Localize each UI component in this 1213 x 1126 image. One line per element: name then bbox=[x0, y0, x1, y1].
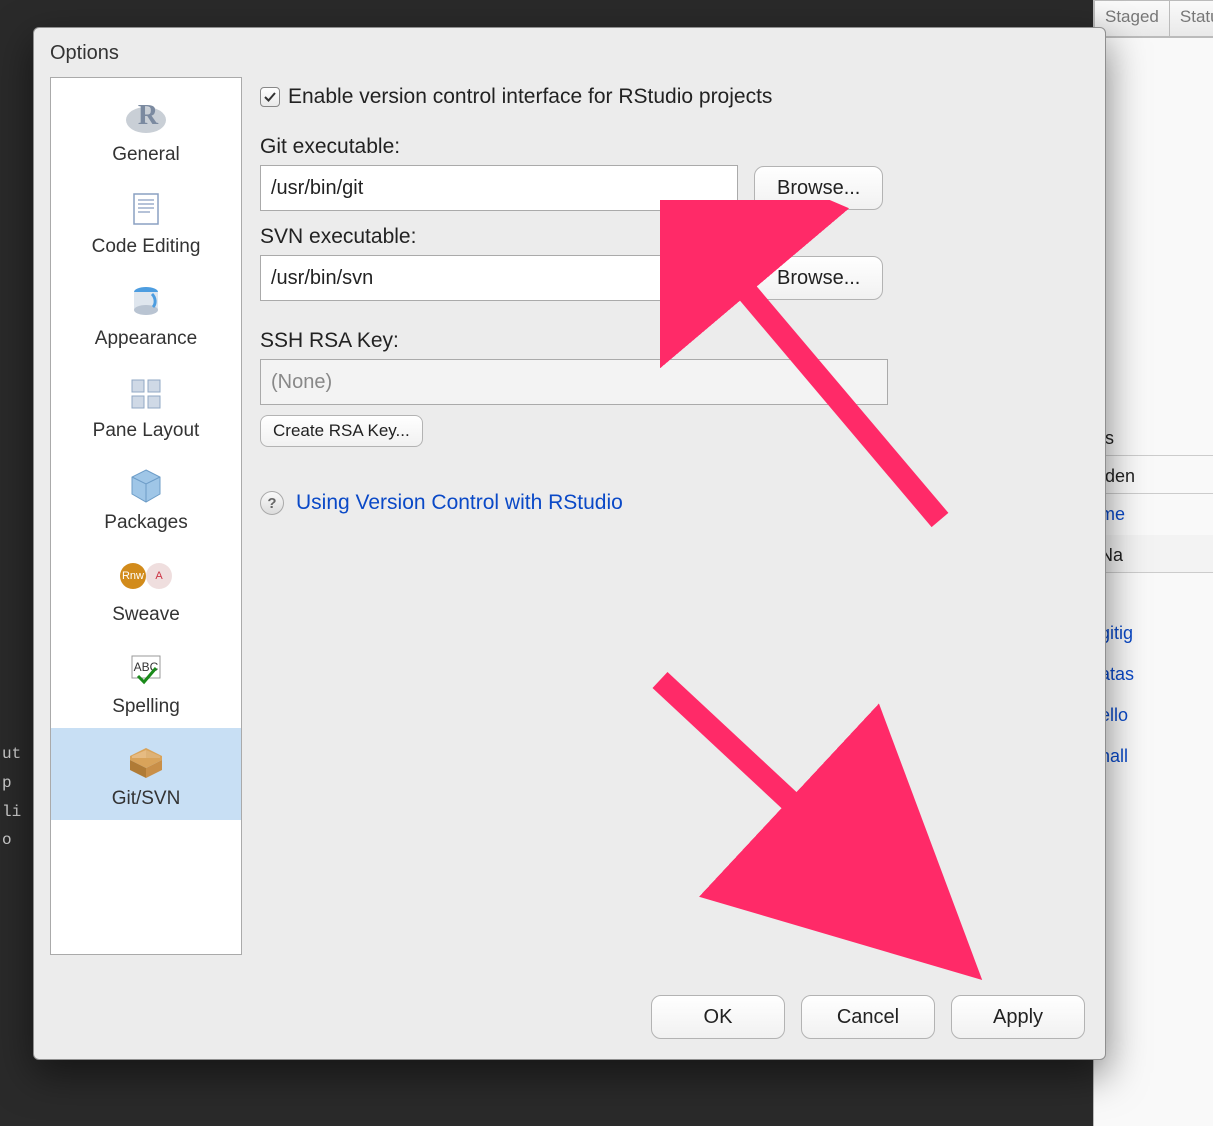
ssh-key-label: SSH RSA Key: bbox=[260, 329, 1079, 353]
sidebar-item-label: Pane Layout bbox=[93, 420, 200, 442]
bg-link-ello[interactable]: ello bbox=[1094, 695, 1213, 736]
left-editor-fragment: ut p li o bbox=[0, 640, 30, 940]
document-icon bbox=[122, 184, 170, 232]
sidebar-item-label: Sweave bbox=[112, 604, 180, 626]
sidebar-item-label: Code Editing bbox=[92, 236, 201, 258]
git-browse-button[interactable]: Browse... bbox=[754, 166, 883, 210]
dialog-title: Options bbox=[34, 28, 1105, 77]
sweave-icon: Rnw A bbox=[122, 552, 170, 600]
create-rsa-key-button[interactable]: Create RSA Key... bbox=[260, 415, 423, 447]
help-icon[interactable]: ? bbox=[260, 491, 284, 515]
cube-icon bbox=[122, 460, 170, 508]
sidebar-item-general[interactable]: R General bbox=[51, 84, 241, 176]
box-icon bbox=[122, 736, 170, 784]
category-sidebar: R General Code Editing Appearance bbox=[50, 77, 242, 955]
dialog-footer: OK Cancel Apply bbox=[34, 981, 1105, 1059]
git-exec-label: Git executable: bbox=[260, 135, 1079, 159]
sidebar-item-label: Appearance bbox=[95, 328, 197, 350]
sidebar-item-label: General bbox=[112, 144, 180, 166]
help-link[interactable]: Using Version Control with RStudio bbox=[296, 491, 623, 515]
sidebar-item-code-editing[interactable]: Code Editing bbox=[51, 176, 241, 268]
ssh-key-input bbox=[260, 359, 888, 405]
r-logo-icon: R bbox=[122, 92, 170, 140]
bg-row-ts: ts bbox=[1094, 418, 1213, 456]
bg-row-iden: Iden bbox=[1094, 456, 1213, 494]
git-exec-input[interactable] bbox=[260, 165, 738, 211]
sidebar-item-sweave[interactable]: Rnw A Sweave bbox=[51, 544, 241, 636]
sidebar-item-label: Packages bbox=[104, 512, 187, 534]
sidebar-item-appearance[interactable]: Appearance bbox=[51, 268, 241, 360]
left-frag-line: ut bbox=[0, 740, 30, 769]
cancel-button[interactable]: Cancel bbox=[801, 995, 935, 1039]
svn-exec-label: SVN executable: bbox=[260, 225, 1079, 249]
left-frag-line: p bbox=[0, 769, 30, 798]
options-dialog: Options R General Code Editing Appearanc… bbox=[33, 27, 1106, 1060]
sidebar-item-label: Spelling bbox=[112, 696, 180, 718]
enable-vcs-row[interactable]: Enable version control interface for RSt… bbox=[260, 85, 1079, 109]
bg-row-na: Na bbox=[1094, 535, 1213, 573]
ok-button[interactable]: OK bbox=[651, 995, 785, 1039]
enable-vcs-checkbox[interactable] bbox=[260, 87, 280, 107]
bg-row-me: me bbox=[1094, 494, 1213, 535]
bg-link-gitig[interactable]: gitig bbox=[1094, 613, 1213, 654]
spellcheck-icon: ABC bbox=[122, 644, 170, 692]
svn-exec-input[interactable] bbox=[260, 255, 738, 301]
git-svn-pane: Enable version control interface for RSt… bbox=[260, 77, 1089, 981]
enable-vcs-label: Enable version control interface for RSt… bbox=[288, 85, 772, 109]
sidebar-item-packages[interactable]: Packages bbox=[51, 452, 241, 544]
svg-text:R: R bbox=[138, 100, 159, 131]
left-frag-line: li bbox=[0, 798, 30, 827]
apply-button[interactable]: Apply bbox=[951, 995, 1085, 1039]
sidebar-item-git-svn[interactable]: Git/SVN bbox=[51, 728, 241, 820]
grid-icon bbox=[122, 368, 170, 416]
left-frag-line: o bbox=[0, 826, 30, 855]
bg-link-atas[interactable]: atas bbox=[1094, 654, 1213, 695]
background-panel: Staged Status ts Iden me Na gitig atas e… bbox=[1093, 0, 1213, 1126]
bg-link-nall[interactable]: nall bbox=[1094, 736, 1213, 777]
sidebar-item-label: Git/SVN bbox=[112, 788, 181, 810]
bg-tabs: Staged Status bbox=[1094, 0, 1213, 38]
paint-bucket-icon bbox=[122, 276, 170, 324]
svn-browse-button[interactable]: Browse... bbox=[754, 256, 883, 300]
sidebar-item-spelling[interactable]: ABC Spelling bbox=[51, 636, 241, 728]
bg-tab-status[interactable]: Status bbox=[1169, 0, 1213, 37]
svg-text:ABC: ABC bbox=[134, 660, 159, 674]
sidebar-item-pane-layout[interactable]: Pane Layout bbox=[51, 360, 241, 452]
